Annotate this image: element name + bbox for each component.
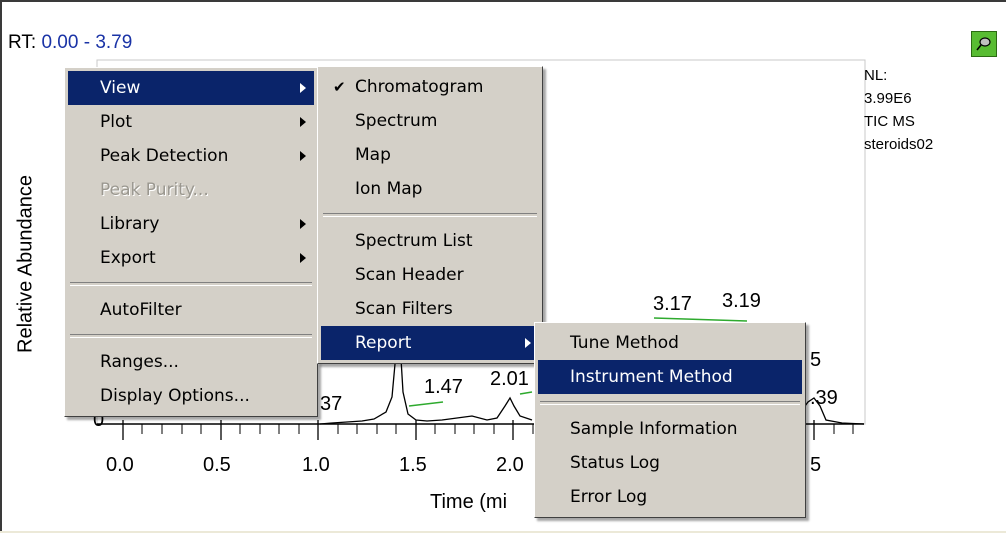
nl-value: 3.99E6	[864, 90, 912, 107]
peak-label: 1.47	[424, 376, 463, 398]
menu-item-view[interactable]: View	[68, 71, 314, 105]
submenu-arrow-icon	[300, 83, 306, 93]
menu-item-report[interactable]: Report	[321, 326, 539, 360]
x-tick-label: 1.0	[302, 454, 330, 476]
menu-item-status-log[interactable]: Status Log	[538, 446, 802, 480]
context-menu: View Plot Peak Detection Peak Purity... …	[64, 67, 318, 417]
menu-item-label: Report	[355, 333, 412, 353]
menu-item-scan-header[interactable]: Scan Header	[321, 258, 539, 292]
menu-item-instrument-method[interactable]: Instrument Method	[538, 360, 802, 394]
menu-item-label: Peak Purity...	[100, 180, 209, 200]
menu-item-label: View	[100, 78, 141, 98]
menu-item-display-options[interactable]: Display Options...	[68, 379, 314, 413]
menu-item-spectrum-list[interactable]: Spectrum List	[321, 224, 539, 258]
menu-item-label: Library	[100, 214, 160, 234]
menu-item-library[interactable]: Library	[68, 207, 314, 241]
menu-separator	[70, 334, 312, 338]
menu-item-label: Tune Method	[570, 333, 679, 353]
submenu-arrow-icon	[300, 219, 306, 229]
y-axis-label: Relative Abundance	[14, 175, 37, 353]
menu-separator	[70, 282, 312, 286]
menu-item-tune-method[interactable]: Tune Method	[538, 326, 802, 360]
menu-item-label: AutoFilter	[100, 300, 182, 320]
menu-item-map[interactable]: Map	[321, 138, 539, 172]
menu-item-label: Sample Information	[570, 419, 738, 439]
menu-item-sample-information[interactable]: Sample Information	[538, 412, 802, 446]
nl-label: NL:	[864, 67, 888, 84]
peak-label: 37	[320, 393, 342, 415]
trace-type: TIC MS	[864, 113, 915, 130]
peak-label: 2.01	[490, 368, 529, 390]
report-submenu: Tune Method Instrument Method Sample Inf…	[534, 322, 806, 518]
peak-marker	[408, 401, 444, 407]
submenu-arrow-icon	[300, 117, 306, 127]
peak-label: 5	[810, 349, 821, 371]
normalization-info: NL: 3.99E6 TIC MS steroids02	[864, 64, 933, 156]
x-axis-label: Time (mi	[430, 491, 508, 513]
x-tick-label: 0.5	[203, 454, 231, 476]
submenu-arrow-icon	[300, 253, 306, 263]
menu-separator	[323, 213, 537, 217]
submenu-arrow-icon	[525, 338, 531, 348]
menu-item-plot[interactable]: Plot	[68, 105, 314, 139]
menu-item-label: Error Log	[570, 487, 648, 507]
menu-item-spectrum[interactable]: Spectrum	[321, 104, 539, 138]
peak-label: .39	[810, 387, 838, 409]
menu-item-export[interactable]: Export	[68, 241, 314, 275]
menu-item-label: Scan Filters	[355, 299, 453, 319]
menu-separator	[540, 401, 800, 405]
x-tick-label: 2.0	[496, 454, 524, 476]
file-name: steroids02	[864, 136, 934, 153]
menu-item-autofilter[interactable]: AutoFilter	[68, 293, 314, 327]
peak-marker	[653, 317, 748, 322]
x-tick-label: 0.0	[106, 454, 134, 476]
menu-item-peak-purity: Peak Purity...	[68, 173, 314, 207]
menu-item-label: Instrument Method	[570, 367, 733, 387]
peak-marker	[519, 391, 533, 395]
menu-item-label: Display Options...	[100, 386, 250, 406]
menu-item-label: Status Log	[570, 453, 660, 473]
submenu-arrow-icon	[300, 151, 306, 161]
view-submenu: ✔ Chromatogram Spectrum Map Ion Map Spect…	[317, 66, 543, 364]
x-tick-label: 1.5	[399, 454, 427, 476]
peak-label: 3.19	[722, 290, 761, 312]
menu-item-ranges[interactable]: Ranges...	[68, 345, 314, 379]
menu-item-label: Ion Map	[355, 179, 423, 199]
menu-item-error-log[interactable]: Error Log	[538, 480, 802, 514]
x-tick-label: 5	[810, 454, 821, 476]
menu-item-label: Spectrum	[355, 111, 438, 131]
menu-item-peak-detection[interactable]: Peak Detection	[68, 139, 314, 173]
menu-item-label: Chromatogram	[355, 77, 484, 97]
menu-item-label: Spectrum List	[355, 231, 473, 251]
checkmark-icon: ✔	[333, 78, 346, 96]
menu-item-scan-filters[interactable]: Scan Filters	[321, 292, 539, 326]
menu-item-label: Plot	[100, 112, 133, 132]
menu-item-label: Ranges...	[100, 352, 179, 372]
menu-item-label: Export	[100, 248, 156, 268]
menu-item-label: Map	[355, 145, 391, 165]
menu-item-ion-map[interactable]: Ion Map	[321, 172, 539, 206]
peak-label: 3.17	[653, 293, 692, 315]
menu-item-label: Scan Header	[355, 265, 464, 285]
menu-item-chromatogram[interactable]: ✔ Chromatogram	[321, 70, 539, 104]
menu-item-label: Peak Detection	[100, 146, 229, 166]
